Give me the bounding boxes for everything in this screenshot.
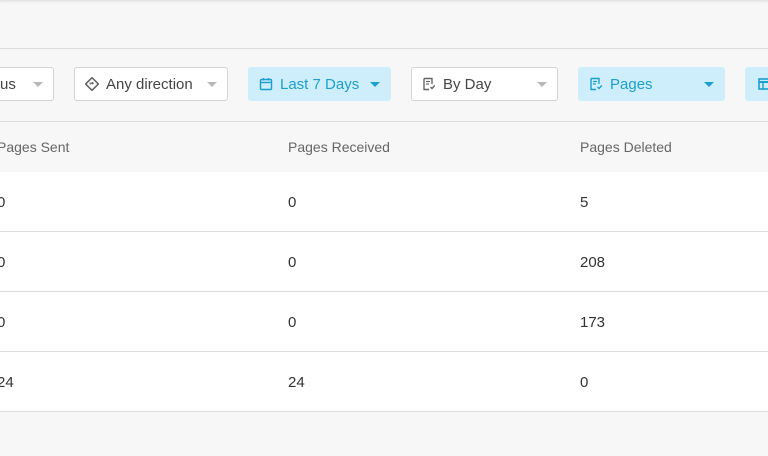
calendar-icon xyxy=(259,78,273,91)
cell-pages-received: 0 xyxy=(288,194,297,211)
column-header-pages-received[interactable]: Pages Received xyxy=(288,139,390,155)
report-icon xyxy=(423,77,436,91)
grouping-filter-label: By Day xyxy=(443,75,492,93)
metric-filter-label: Pages xyxy=(610,75,653,93)
chevron-down-icon xyxy=(704,81,714,87)
grouping-filter[interactable]: By Day xyxy=(411,67,558,101)
cell-pages-received: 0 xyxy=(288,314,297,331)
table-row: 0 0 208 xyxy=(0,232,768,292)
status-filter-label: us xyxy=(0,75,16,93)
table-row: 0 0 5 xyxy=(0,172,768,232)
direction-filter-label: Any direction xyxy=(106,75,193,93)
cell-pages-deleted: 0 xyxy=(580,374,589,391)
chevron-down-icon xyxy=(537,81,547,87)
cell-pages-sent: 0 xyxy=(0,194,6,211)
cell-pages-received: 24 xyxy=(288,374,305,391)
table-row: 24 24 0 xyxy=(0,352,768,412)
column-header-pages-sent[interactable]: Pages Sent xyxy=(0,139,69,155)
cell-pages-deleted: 173 xyxy=(580,314,606,331)
chevron-down-icon xyxy=(370,81,380,87)
table-row: 0 0 173 xyxy=(0,292,768,352)
cell-pages-sent: 0 xyxy=(0,314,6,331)
cell-pages-deleted: 5 xyxy=(580,194,589,211)
cell-pages-received: 0 xyxy=(288,254,297,271)
divider xyxy=(528,75,529,93)
table-body: 0 0 5 0 0 208 0 0 173 24 24 0 xyxy=(0,172,768,412)
status-filter[interactable]: us xyxy=(0,67,54,101)
report-icon xyxy=(590,77,603,91)
direction-filter[interactable]: Any direction xyxy=(74,67,228,101)
filter-bar: us Any direction Last 7 Days By Day Page… xyxy=(0,49,768,122)
date-range-filter-label: Last 7 Days xyxy=(280,75,360,93)
chevron-down-icon xyxy=(207,81,217,87)
top-bar xyxy=(0,0,768,49)
table-view-button[interactable] xyxy=(745,67,768,101)
table-icon xyxy=(758,78,768,90)
cell-pages-sent: 24 xyxy=(0,374,14,391)
cell-pages-deleted: 208 xyxy=(580,254,606,271)
table-header: Pages Sent Pages Received Pages Deleted xyxy=(0,122,768,172)
column-header-pages-deleted[interactable]: Pages Deleted xyxy=(580,139,672,155)
cell-pages-sent: 0 xyxy=(0,254,6,271)
direction-icon xyxy=(85,77,99,91)
date-range-filter[interactable]: Last 7 Days xyxy=(248,67,391,101)
chevron-down-icon xyxy=(33,81,43,87)
metric-filter[interactable]: Pages xyxy=(578,67,725,101)
